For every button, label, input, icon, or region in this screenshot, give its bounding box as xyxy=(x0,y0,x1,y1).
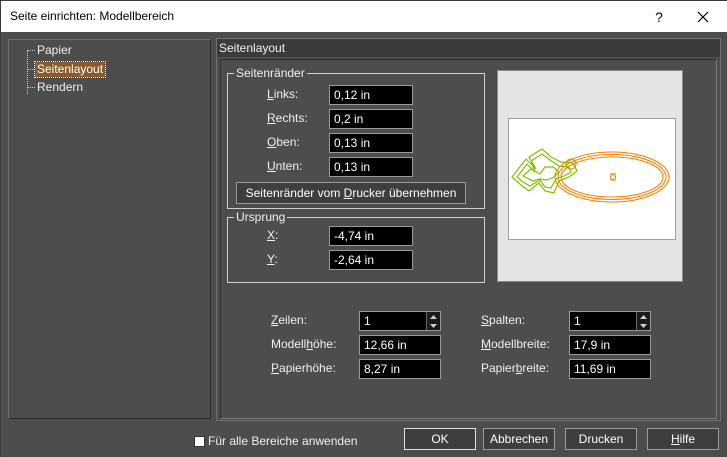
columns-input[interactable] xyxy=(570,312,634,330)
columns-stepper[interactable] xyxy=(569,311,651,331)
origin-group-title: Ursprung xyxy=(234,210,288,224)
margin-bottom-input[interactable] xyxy=(329,157,413,177)
page-setup-dialog: Seite einrichten: Modellbereich ? Papier… xyxy=(0,0,727,457)
margin-bottom-label: Unten: xyxy=(267,159,303,173)
origin-x-label: X: xyxy=(267,228,279,242)
paper-width-input[interactable] xyxy=(569,359,651,379)
margin-left-input[interactable] xyxy=(329,85,413,105)
tree-connector-line xyxy=(28,87,35,88)
checkbox-box[interactable] xyxy=(194,435,205,447)
ok-button[interactable]: OK xyxy=(404,428,476,450)
apply-all-checkbox[interactable]: Für alle Bereiche anwenden xyxy=(194,434,357,448)
margins-from-printer-button[interactable]: Seitenränder vom Drucker übernehmen xyxy=(236,182,466,204)
tree-connector-line xyxy=(28,50,35,51)
panel-header: Seitenlayout xyxy=(217,39,720,57)
title-bar: Seite einrichten: Modellbereich ? xyxy=(1,1,727,32)
rows-decrement-button[interactable] xyxy=(427,321,440,330)
chevron-up-icon xyxy=(430,314,437,319)
chevron-up-icon xyxy=(640,314,647,319)
origin-x-input[interactable] xyxy=(329,226,413,246)
help-footer-button[interactable]: Hilfe xyxy=(647,428,719,450)
columns-increment-button[interactable] xyxy=(637,312,650,321)
apply-all-label: Für alle Bereiche anwenden xyxy=(208,434,358,448)
dialog-content: Papier Seitenlayout Rendern Seitenlayout… xyxy=(1,32,727,457)
page-layout-panel: Seitenlayout Seitenränder Links: Rechts:… xyxy=(216,38,721,421)
columns-label: Spalten: xyxy=(481,313,526,327)
origin-y-input[interactable] xyxy=(329,250,413,270)
origin-y-label: Y: xyxy=(267,252,278,266)
model-width-input[interactable] xyxy=(569,335,651,355)
paper-width-label: Papierbreite: xyxy=(481,361,550,375)
rows-increment-button[interactable] xyxy=(427,312,440,321)
paper-height-input[interactable] xyxy=(359,359,441,379)
margin-top-label: Oben: xyxy=(267,135,300,149)
columns-decrement-button[interactable] xyxy=(637,321,650,330)
chevron-down-icon xyxy=(430,323,437,328)
rows-input[interactable] xyxy=(360,312,424,330)
model-width-label: Modellbreite: xyxy=(481,337,550,351)
help-button[interactable]: ? xyxy=(637,1,681,32)
margin-top-input[interactable] xyxy=(329,133,413,153)
print-button[interactable]: Drucken xyxy=(565,428,637,450)
model-height-input[interactable] xyxy=(359,335,441,355)
preview-paper xyxy=(508,118,676,240)
columns-stepper-buttons xyxy=(636,312,650,330)
rows-label: Zeilen: xyxy=(271,313,308,327)
chevron-down-icon xyxy=(640,323,647,328)
settings-tree: Papier Seitenlayout Rendern xyxy=(8,39,211,419)
panel-body: Seitenränder Links: Rechts: Oben: Unten:… xyxy=(220,59,717,419)
cancel-button[interactable]: Abbrechen xyxy=(483,428,555,450)
window-title: Seite einrichten: Modellbereich xyxy=(10,9,175,23)
origin-group: Ursprung X: Y: xyxy=(227,210,485,283)
close-button[interactable] xyxy=(681,1,725,32)
paper-height-label: Papierhöhe: xyxy=(271,361,336,375)
tree-item-rendern[interactable]: Rendern xyxy=(35,80,85,95)
margins-group-title: Seitenränder xyxy=(234,66,307,80)
page-preview xyxy=(497,70,683,282)
margin-right-input[interactable] xyxy=(329,109,413,129)
close-icon xyxy=(697,11,709,22)
model-height-label: Modellhöhe: xyxy=(271,337,337,351)
margin-right-label: Rechts: xyxy=(267,111,308,125)
tree-connector-line xyxy=(28,69,35,70)
tree-item-seitenlayout[interactable]: Seitenlayout xyxy=(33,61,107,78)
tree-item-papier[interactable]: Papier xyxy=(35,43,74,58)
rows-stepper[interactable] xyxy=(359,311,441,331)
margins-group: Seitenränder Links: Rechts: Oben: Unten:… xyxy=(227,66,485,209)
rows-stepper-buttons xyxy=(426,312,440,330)
preview-drawing xyxy=(511,148,670,203)
margin-left-label: Links: xyxy=(267,87,299,101)
